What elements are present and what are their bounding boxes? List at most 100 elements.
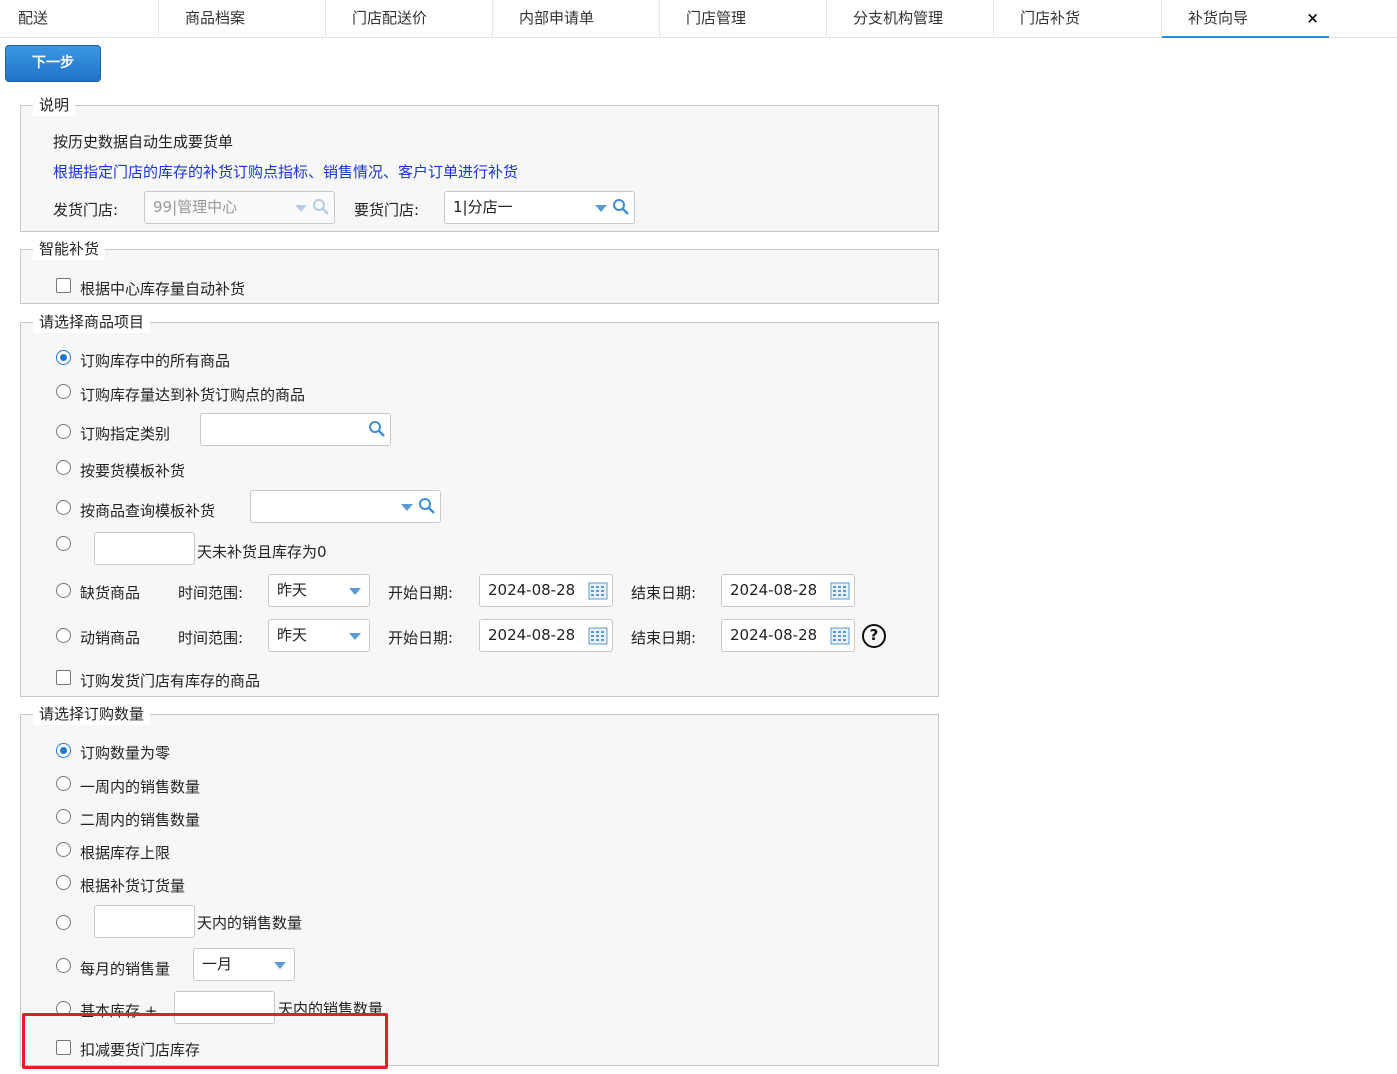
- calendar-icon[interactable]: [588, 582, 608, 600]
- query-template-radio[interactable]: [56, 500, 71, 515]
- qty-reorder-label: 根据补货订货量: [80, 877, 186, 895]
- chevron-down-icon[interactable]: [349, 588, 361, 595]
- days-no-replenish-label: 天未补货且库存为0: [197, 543, 327, 561]
- moving-range-select[interactable]: 昨天: [268, 619, 370, 652]
- shortage-end-date-input[interactable]: 2024-08-28: [721, 574, 855, 607]
- order-store-label: 要货门店:: [354, 201, 420, 219]
- all-products-label: 订购库存中的所有商品: [80, 352, 231, 370]
- calendar-icon[interactable]: [830, 627, 850, 645]
- order-template-radio[interactable]: [56, 460, 71, 475]
- end-date-value: 2024-08-28: [730, 626, 818, 644]
- tab-distribution[interactable]: 配送: [0, 0, 159, 38]
- chevron-down-icon[interactable]: [401, 504, 413, 511]
- days-input[interactable]: [94, 532, 195, 565]
- qty-week-label: 一周内的销售数量: [80, 778, 201, 796]
- end-date-value: 2024-08-28: [730, 581, 818, 599]
- shortage-start-date-input[interactable]: 2024-08-28: [479, 574, 613, 607]
- qty-monthly-radio[interactable]: [56, 958, 71, 973]
- tab-label: 门店补货: [1020, 9, 1081, 27]
- qty-two-week-label: 二周内的销售数量: [80, 811, 201, 829]
- ship-store-stock-checkbox[interactable]: [56, 670, 71, 685]
- tab-label: 分支机构管理: [853, 9, 944, 27]
- close-icon[interactable]: ×: [1306, 0, 1319, 36]
- ship-store-value: 99|管理中心: [153, 198, 238, 216]
- month-select[interactable]: 一月: [193, 948, 295, 981]
- days-no-replenish-radio[interactable]: [56, 536, 71, 551]
- tab-label: 商品档案: [185, 9, 246, 27]
- reorder-point-label: 订购库存量达到补货订购点的商品: [80, 386, 306, 404]
- product-items-section: 请选择商品项目 订购库存中的所有商品 订购库存量达到补货订购点的商品 订购指定类…: [20, 311, 939, 697]
- moving-radio[interactable]: [56, 628, 71, 643]
- tab-label: 内部申请单: [519, 9, 595, 27]
- query-template-label: 按商品查询模板补货: [80, 502, 216, 520]
- qty-days-input[interactable]: [94, 905, 195, 938]
- order-template-label: 按要货模板补货: [80, 462, 186, 480]
- section-legend: 说明: [33, 94, 76, 116]
- range-value: 昨天: [277, 626, 308, 644]
- category-radio[interactable]: [56, 424, 71, 439]
- tab-replenish-wizard[interactable]: 补货向导 ×: [1162, 0, 1329, 38]
- tab-internal-request[interactable]: 内部申请单: [493, 0, 660, 38]
- search-icon[interactable]: [368, 420, 386, 438]
- ship-store-stock-label: 订购发货门店有库存的商品: [80, 672, 261, 690]
- tab-label: 门店配送价: [352, 9, 428, 27]
- tab-product-file[interactable]: 商品档案: [159, 0, 326, 38]
- chevron-down-icon[interactable]: [349, 633, 361, 640]
- moving-start-date-input[interactable]: 2024-08-28: [479, 619, 613, 652]
- start-date-label: 开始日期:: [388, 584, 454, 602]
- order-store-value: 1|分店一: [453, 198, 513, 216]
- moving-label: 动销商品: [80, 629, 141, 647]
- help-icon[interactable]: ?: [862, 624, 886, 648]
- chevron-down-icon[interactable]: [595, 205, 607, 212]
- qty-upper-limit-radio[interactable]: [56, 842, 71, 857]
- time-range-label: 时间范围:: [178, 629, 244, 647]
- order-store-select[interactable]: 1|分店一: [444, 191, 635, 224]
- end-date-label: 结束日期:: [631, 584, 697, 602]
- end-date-label: 结束日期:: [631, 629, 697, 647]
- qty-week-radio[interactable]: [56, 776, 71, 791]
- qty-days-radio[interactable]: [56, 915, 71, 930]
- calendar-icon[interactable]: [588, 627, 608, 645]
- shortage-range-select[interactable]: 昨天: [268, 574, 370, 607]
- tab-store-price[interactable]: 门店配送价: [326, 0, 493, 38]
- section-legend: 智能补货: [33, 238, 106, 260]
- ship-store-select: 99|管理中心: [144, 191, 335, 224]
- tab-store-replenish[interactable]: 门店补货: [994, 0, 1162, 38]
- qty-two-week-radio[interactable]: [56, 809, 71, 824]
- shortage-radio[interactable]: [56, 583, 71, 598]
- description-section: 说明 按历史数据自动生成要货单 根据指定门店的库存的补货订购点指标、销售情况、客…: [20, 94, 939, 232]
- search-icon: [313, 199, 329, 215]
- range-value: 昨天: [277, 581, 308, 599]
- chevron-down-icon[interactable]: [274, 962, 286, 969]
- tab-bar: 配送 商品档案 门店配送价 内部申请单 门店管理 分支机构管理 门店补货 补货向…: [0, 0, 1397, 38]
- reorder-point-radio[interactable]: [56, 384, 71, 399]
- smart-replenish-section: 智能补货 根据中心库存量自动补货: [20, 238, 939, 304]
- search-icon[interactable]: [612, 198, 630, 216]
- tab-store-management[interactable]: 门店管理: [660, 0, 827, 38]
- highlight-box: [22, 1013, 388, 1069]
- tab-branch-management[interactable]: 分支机构管理: [827, 0, 994, 38]
- category-input[interactable]: [200, 413, 391, 446]
- auto-replenish-checkbox[interactable]: [56, 278, 71, 293]
- qty-zero-radio[interactable]: [56, 743, 71, 758]
- qty-upper-limit-label: 根据库存上限: [80, 844, 171, 862]
- qty-reorder-radio[interactable]: [56, 875, 71, 890]
- moving-end-date-input[interactable]: 2024-08-28: [721, 619, 855, 652]
- ship-store-label: 发货门店:: [53, 201, 119, 219]
- section-legend: 请选择订购数量: [33, 703, 151, 725]
- next-step-button[interactable]: 下一步: [5, 45, 101, 82]
- all-products-radio[interactable]: [56, 350, 71, 365]
- description-detail-text: 根据指定门店的库存的补货订购点指标、销售情况、客户订单进行补货: [53, 163, 519, 181]
- calendar-icon[interactable]: [830, 582, 850, 600]
- query-template-select[interactable]: [250, 490, 441, 523]
- chevron-down-icon: [295, 205, 307, 212]
- qty-days-label: 天内的销售数量: [197, 914, 303, 932]
- category-label: 订购指定类别: [80, 425, 171, 443]
- search-icon[interactable]: [418, 497, 436, 515]
- qty-monthly-label: 每月的销售量: [80, 960, 171, 978]
- start-date-label: 开始日期:: [388, 629, 454, 647]
- section-legend: 请选择商品项目: [33, 311, 151, 333]
- start-date-value: 2024-08-28: [488, 626, 576, 644]
- time-range-label: 时间范围:: [178, 584, 244, 602]
- tab-label: 配送: [18, 9, 49, 27]
